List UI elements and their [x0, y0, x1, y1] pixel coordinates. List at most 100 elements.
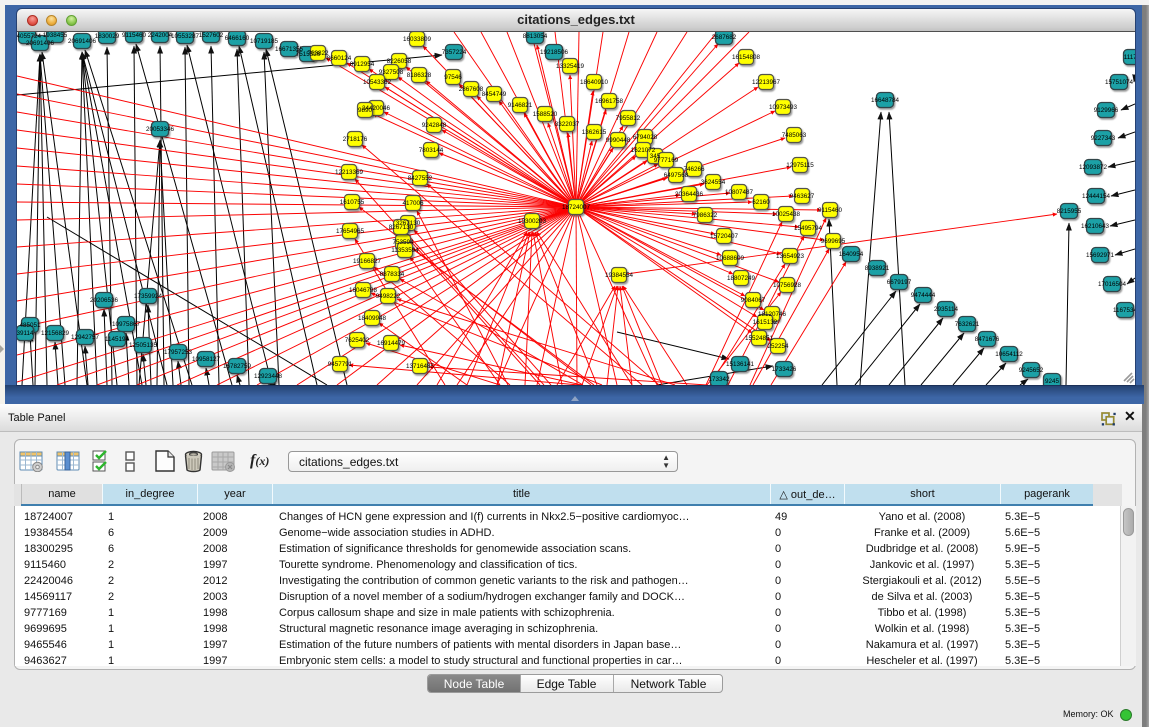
svg-text:10543362: 10543362 — [363, 79, 392, 86]
svg-text:1588520: 1588520 — [533, 111, 558, 118]
svg-text:6466160: 6466160 — [225, 35, 250, 42]
svg-text:746266: 746266 — [683, 166, 705, 173]
svg-text:8322037: 8322037 — [555, 121, 580, 128]
svg-text:9777169: 9777169 — [654, 157, 679, 164]
svg-text:1610755: 1610755 — [340, 199, 365, 206]
svg-text:15495794: 15495794 — [794, 225, 823, 232]
svg-text:12156829: 12156829 — [41, 330, 70, 337]
svg-text:1733426: 1733426 — [772, 366, 797, 373]
svg-text:18807249: 18807249 — [727, 275, 756, 282]
svg-text:9474444: 9474444 — [911, 292, 936, 299]
svg-text:19300203: 19300203 — [518, 218, 547, 225]
svg-text:10025438: 10025438 — [772, 211, 801, 218]
svg-text:9242848: 9242848 — [422, 122, 447, 129]
svg-text:1830029: 1830029 — [95, 33, 120, 40]
svg-text:13325419: 13325419 — [556, 63, 585, 70]
svg-text:20053346: 20053346 — [146, 126, 175, 133]
svg-text:19166827: 19166827 — [353, 258, 382, 265]
svg-text:97546: 97546 — [444, 74, 462, 81]
svg-text:9084067: 9084067 — [741, 297, 766, 304]
svg-text:12975115: 12975115 — [786, 162, 814, 169]
svg-text:16914479: 16914479 — [377, 340, 406, 347]
svg-text:1167534: 1167534 — [1113, 307, 1135, 314]
svg-text:17359924: 17359924 — [134, 293, 163, 300]
svg-text:10958127: 10958127 — [192, 356, 221, 363]
svg-text:8226058: 8226058 — [387, 58, 412, 65]
svg-text:15136141: 15136141 — [726, 361, 755, 368]
svg-text:17654965: 17654965 — [336, 228, 365, 235]
svg-text:7632621: 7632621 — [955, 321, 980, 328]
svg-text:17957253: 17957253 — [164, 349, 193, 356]
svg-text:9115460: 9115460 — [818, 207, 843, 214]
svg-text:16648784: 16648784 — [871, 97, 900, 104]
svg-text:1938455: 1938455 — [43, 32, 68, 39]
svg-text:1362615: 1362615 — [582, 129, 607, 136]
svg-text:9990448: 9990448 — [606, 137, 631, 144]
svg-text:753594: 753594 — [392, 239, 414, 246]
svg-text:7357224: 7357224 — [442, 49, 467, 56]
svg-text:20206536: 20206536 — [90, 297, 119, 304]
svg-text:15524851: 15524851 — [745, 335, 774, 342]
svg-text:10975867: 10975867 — [112, 321, 141, 328]
svg-text:9245: 9245 — [1045, 378, 1060, 385]
svg-text:10807487: 10807487 — [725, 189, 754, 196]
svg-text:173342: 173342 — [708, 376, 730, 383]
svg-text:11353594: 11353594 — [391, 247, 419, 254]
svg-text:15751074: 15751074 — [1105, 79, 1134, 86]
svg-text:7803144: 7803144 — [419, 147, 444, 154]
svg-text:14055724: 14055724 — [17, 33, 41, 40]
svg-text:10654112: 10654112 — [995, 351, 1023, 358]
svg-text:20691406: 20691406 — [26, 40, 55, 47]
svg-text:9699695: 9699695 — [821, 238, 846, 245]
svg-text:6679197: 6679197 — [887, 279, 912, 286]
svg-text:8813054: 8813054 — [523, 33, 548, 40]
svg-text:9327508: 9327508 — [379, 69, 404, 76]
svg-text:8215955: 8215955 — [1057, 208, 1082, 215]
svg-text:10553287: 10553287 — [171, 33, 200, 40]
svg-text:417006: 417006 — [402, 200, 424, 207]
svg-text:3624554: 3624554 — [701, 179, 726, 186]
svg-text:1527602: 1527602 — [199, 32, 224, 39]
svg-text:16210643: 16210643 — [1081, 223, 1110, 230]
svg-text:18724007: 18724007 — [562, 204, 591, 211]
svg-text:8267130: 8267130 — [389, 224, 414, 231]
svg-text:13654923: 13654923 — [776, 253, 805, 260]
svg-text:10719185: 10719185 — [250, 38, 279, 45]
svg-text:18409948: 18409948 — [358, 315, 387, 322]
svg-text:8186328: 8186328 — [407, 72, 432, 79]
svg-text:8912954: 8912954 — [350, 61, 375, 68]
svg-text:7485063: 7485063 — [782, 132, 807, 139]
svg-text:11174: 11174 — [1124, 54, 1135, 61]
svg-text:18640910: 18640910 — [580, 79, 609, 86]
svg-text:62160: 62160 — [752, 199, 770, 206]
svg-text:1640954: 1640954 — [839, 251, 864, 258]
svg-text:15692971: 15692971 — [1086, 252, 1115, 259]
svg-text:2718176: 2718176 — [343, 136, 368, 143]
svg-text:7986322: 7986322 — [693, 212, 718, 219]
svg-text:252254: 252254 — [767, 343, 789, 350]
svg-text:2687682: 2687682 — [712, 34, 737, 41]
svg-text:16033809: 16033809 — [403, 36, 432, 43]
svg-text:12093872: 12093872 — [1079, 164, 1108, 171]
svg-text:18120746: 18120746 — [758, 311, 787, 318]
svg-text:12923448: 12923448 — [254, 373, 283, 380]
svg-text:9146821: 9146821 — [508, 102, 533, 109]
svg-text:13716485: 13716485 — [406, 363, 435, 370]
svg-text:6794028: 6794028 — [633, 134, 658, 141]
svg-text:8454749: 8454749 — [482, 91, 507, 98]
svg-text:8938921: 8938921 — [865, 265, 890, 272]
svg-text:12942757: 12942757 — [71, 334, 100, 341]
svg-text:19384554: 19384554 — [605, 272, 634, 279]
svg-text:9227343: 9227343 — [1091, 135, 1116, 142]
svg-text:7955812: 7955812 — [616, 115, 641, 122]
svg-text:9129966: 9129966 — [1094, 107, 1119, 114]
svg-text:8471676: 8471676 — [975, 336, 1000, 343]
svg-text:485051: 485051 — [19, 322, 41, 329]
svg-text:39114: 39114 — [17, 330, 34, 337]
svg-text:1615132: 1615132 — [753, 319, 778, 326]
svg-text:17016504: 17016504 — [1098, 281, 1127, 288]
svg-text:16154808: 16154808 — [732, 54, 761, 61]
svg-text:15720407: 15720407 — [710, 233, 739, 240]
svg-text:7625402: 7625402 — [345, 337, 370, 344]
svg-text:9498222: 9498222 — [376, 293, 401, 300]
